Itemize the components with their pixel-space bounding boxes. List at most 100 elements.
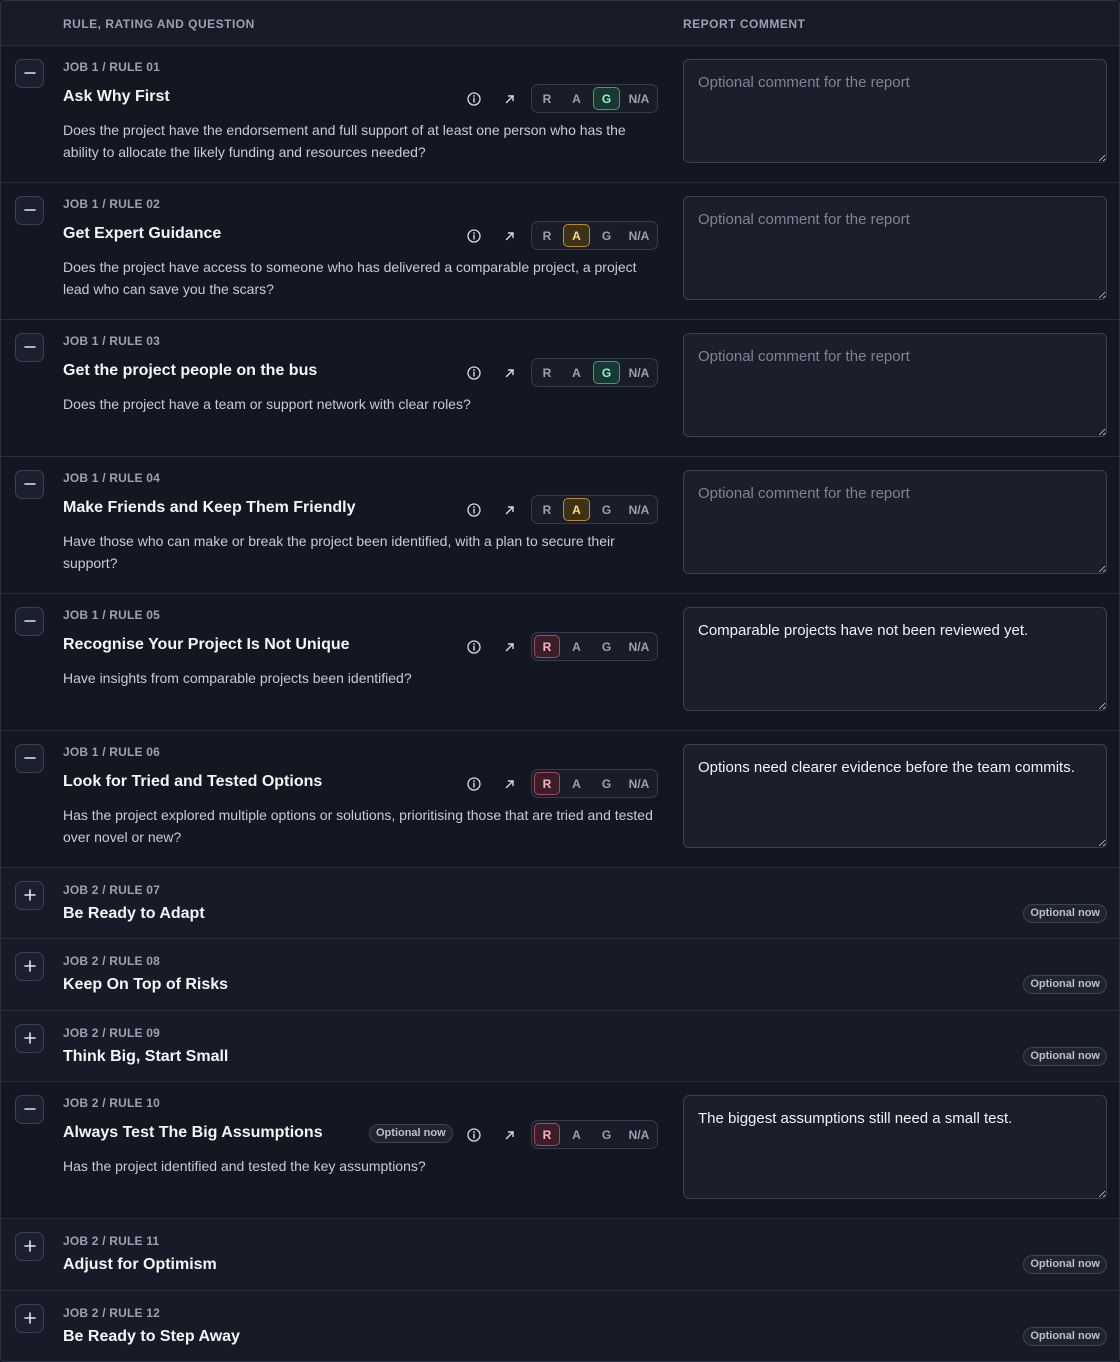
rule-row-09: JOB 2 / RULE 09 Think Big, Start Small Opt… [1, 1011, 1119, 1082]
rating-option-g[interactable]: G [593, 498, 620, 521]
rating-selector: R A G N/A [531, 1120, 658, 1149]
rating-selector: R A G N/A [531, 769, 658, 798]
optional-badge: Optional now [1023, 1327, 1107, 1346]
rating-option-na[interactable]: N/A [622, 224, 656, 247]
rule-question: Has the project identified and tested th… [63, 1158, 426, 1174]
rating-option-a[interactable]: A [563, 361, 590, 384]
column-header-rule: RULE, RATING AND QUESTION [63, 17, 255, 31]
minus-icon [23, 478, 36, 490]
rating-option-na[interactable]: N/A [622, 1123, 656, 1146]
info-icon[interactable] [466, 228, 482, 244]
rating-option-a[interactable]: A [563, 498, 590, 521]
rule-assessment-table: RULE, RATING AND QUESTION REPORT COMMENT… [0, 0, 1120, 1362]
rule-row-11: JOB 2 / RULE 11 Adjust for Optimism Option… [1, 1219, 1119, 1291]
rule-meta: JOB 1 / RULE 02 [63, 197, 161, 211]
rule-question: Does the project have the endorsement an… [63, 122, 626, 160]
rating-option-r[interactable]: R [534, 1123, 560, 1146]
rating-option-a[interactable]: A [563, 224, 590, 247]
rule-row-05: JOB 1 / RULE 05 Recognise Your Project Is… [1, 594, 1119, 731]
rating-option-na[interactable]: N/A [622, 772, 656, 795]
info-icon[interactable] [466, 365, 482, 381]
expand-button[interactable] [15, 1232, 44, 1261]
rating-option-na[interactable]: N/A [622, 498, 656, 521]
collapse-button[interactable] [15, 59, 44, 88]
arrow-up-right-icon[interactable] [502, 639, 518, 655]
report-comment-field[interactable] [683, 196, 1107, 300]
rule-title: Be Ready to Step Away [63, 1328, 240, 1345]
rule-meta: JOB 2 / RULE 09 [63, 1026, 161, 1040]
optional-badge: Optional now [1023, 1255, 1107, 1274]
info-icon[interactable] [466, 776, 482, 792]
arrow-up-right-icon[interactable] [502, 502, 518, 518]
arrow-up-right-icon[interactable] [502, 228, 518, 244]
rule-title: Ask Why First [63, 88, 170, 105]
arrow-up-right-icon[interactable] [502, 1127, 518, 1143]
rule-meta: JOB 2 / RULE 07 [63, 883, 161, 897]
rating-option-g[interactable]: G [593, 87, 620, 110]
table-header: RULE, RATING AND QUESTION REPORT COMMENT [1, 1, 1119, 46]
collapse-button[interactable] [15, 196, 44, 225]
collapse-button[interactable] [15, 744, 44, 773]
rating-option-r[interactable]: R [534, 498, 560, 521]
rating-option-a[interactable]: A [563, 1123, 590, 1146]
rating-option-r[interactable]: R [534, 361, 560, 384]
rating-option-r[interactable]: R [534, 635, 560, 658]
info-icon[interactable] [466, 502, 482, 518]
rule-question: Have those who can make or break the pro… [63, 533, 615, 571]
collapse-button[interactable] [15, 470, 44, 499]
minus-icon [23, 752, 36, 764]
rating-selector: R A G N/A [531, 495, 658, 524]
report-comment-field[interactable]: Options need clearer evidence before the… [683, 744, 1107, 848]
rating-option-a[interactable]: A [563, 87, 590, 110]
rule-meta: JOB 1 / RULE 03 [63, 334, 161, 348]
rating-option-g[interactable]: G [593, 1123, 620, 1146]
rating-option-a[interactable]: A [563, 772, 590, 795]
column-header-comment: REPORT COMMENT [683, 17, 806, 31]
expand-button[interactable] [15, 1024, 44, 1053]
rating-option-r[interactable]: R [534, 224, 560, 247]
arrow-up-right-icon[interactable] [502, 91, 518, 107]
rating-option-g[interactable]: G [593, 361, 620, 384]
minus-icon [23, 204, 36, 216]
rating-option-g[interactable]: G [593, 772, 620, 795]
minus-icon [23, 341, 36, 353]
minus-icon [23, 1103, 36, 1115]
rating-option-g[interactable]: G [593, 224, 620, 247]
plus-icon [23, 960, 36, 972]
report-comment-field[interactable]: The biggest assumptions still need a sma… [683, 1095, 1107, 1199]
rule-title: Look for Tried and Tested Options [63, 773, 323, 790]
report-comment-field[interactable]: Comparable projects have not been review… [683, 607, 1107, 711]
rule-row-04: JOB 1 / RULE 04 Make Friends and Keep The… [1, 457, 1119, 594]
rule-row-03: JOB 1 / RULE 03 Get the project people on… [1, 320, 1119, 457]
optional-badge: Optional now [1023, 904, 1107, 923]
expand-button[interactable] [15, 881, 44, 910]
rating-option-na[interactable]: N/A [622, 361, 656, 384]
expand-button[interactable] [15, 952, 44, 981]
collapse-button[interactable] [15, 333, 44, 362]
info-icon[interactable] [466, 639, 482, 655]
report-comment-field[interactable] [683, 59, 1107, 163]
info-icon[interactable] [466, 91, 482, 107]
expand-button[interactable] [15, 1304, 44, 1333]
rule-question: Have insights from comparable projects b… [63, 670, 412, 686]
report-comment-field[interactable] [683, 470, 1107, 574]
minus-icon [23, 615, 36, 627]
rating-option-r[interactable]: R [534, 87, 560, 110]
rating-selector: R A G N/A [531, 358, 658, 387]
collapse-button[interactable] [15, 607, 44, 636]
info-icon[interactable] [466, 1127, 482, 1143]
rating-option-a[interactable]: A [563, 635, 590, 658]
rating-selector: R A G N/A [531, 221, 658, 250]
plus-icon [23, 1312, 36, 1324]
collapse-button[interactable] [15, 1095, 44, 1124]
report-comment-field[interactable] [683, 333, 1107, 437]
rating-option-na[interactable]: N/A [622, 87, 656, 110]
rating-option-r[interactable]: R [534, 772, 560, 795]
arrow-up-right-icon[interactable] [502, 776, 518, 792]
plus-icon [23, 1032, 36, 1044]
rule-meta: JOB 1 / RULE 01 [63, 60, 161, 74]
rating-option-na[interactable]: N/A [622, 635, 656, 658]
rating-option-g[interactable]: G [593, 635, 620, 658]
rule-meta: JOB 2 / RULE 12 [63, 1306, 161, 1320]
arrow-up-right-icon[interactable] [502, 365, 518, 381]
